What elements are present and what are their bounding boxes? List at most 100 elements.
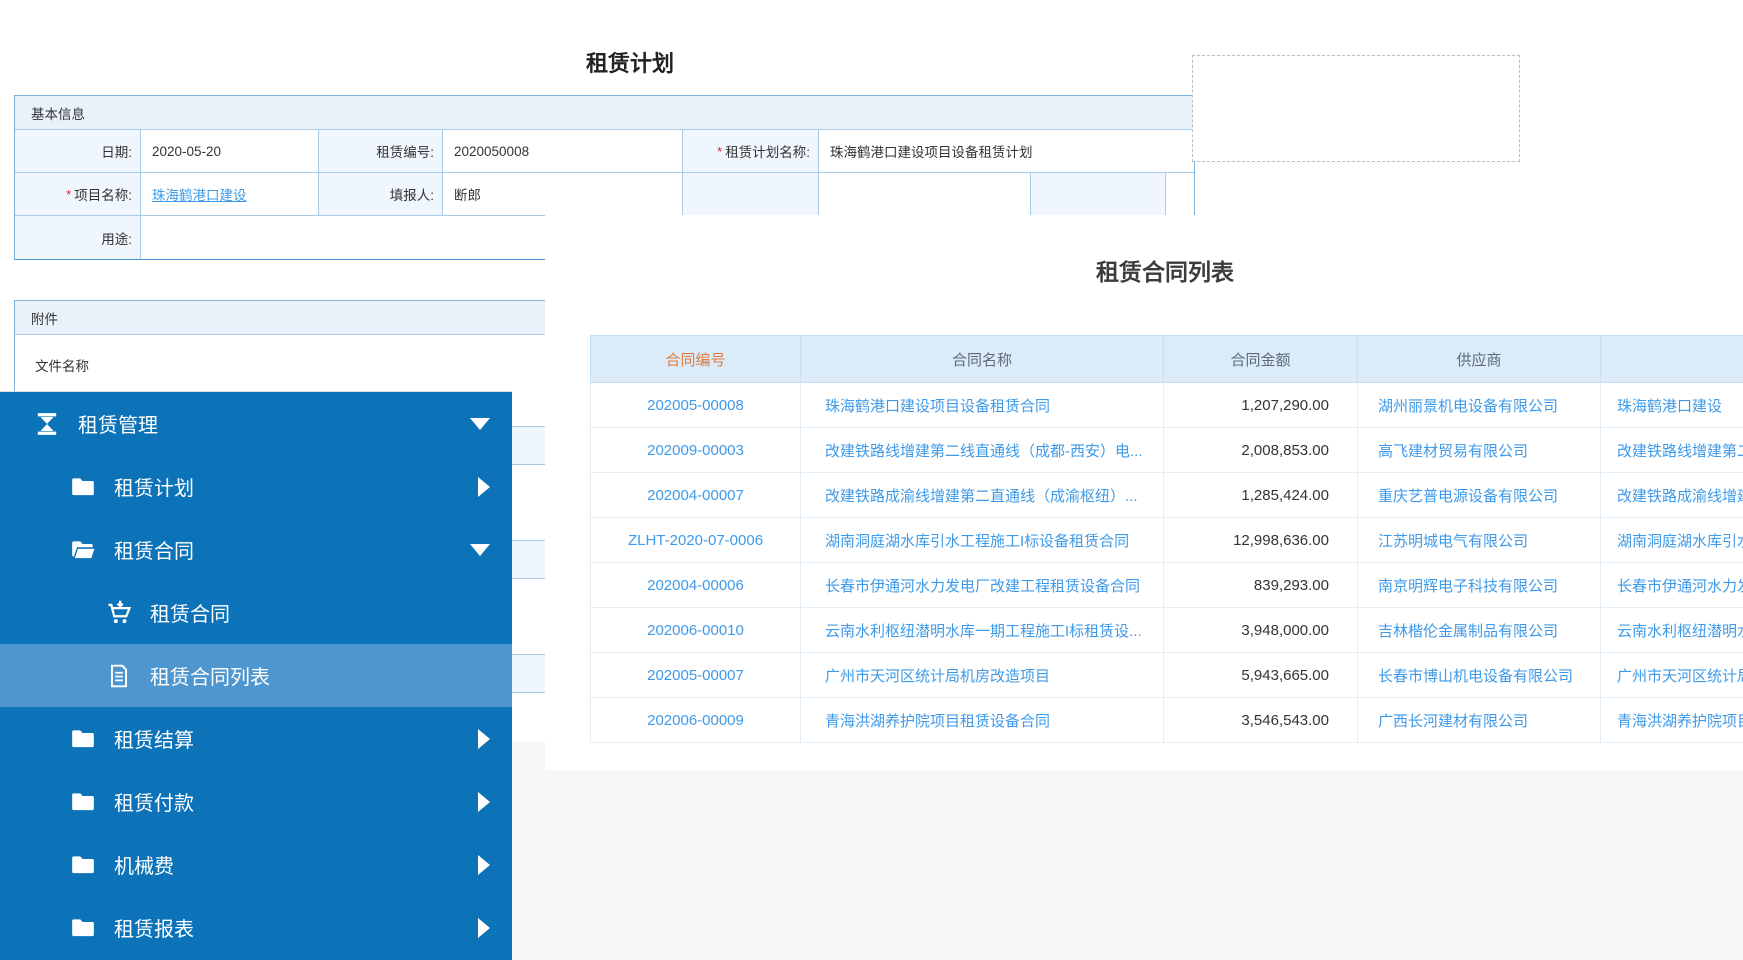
contract-table: 合同编号 合同名称 合同金额 供应商 202005-00008 珠海鹤港口建设项… [590,335,1743,743]
folder-icon [68,914,98,942]
contract-no-link[interactable]: 202005-00007 [647,667,744,684]
page-title: 租赁计划 [40,46,1220,78]
contract-name-link[interactable]: 改建铁路线增建第二线直通线（成都-西安）电... [825,443,1143,460]
column-header-project[interactable] [1601,336,1743,383]
supplier-cell: 高飞建材贸易有限公司 [1358,428,1601,473]
project-cell: 长春市伊通河水力发 [1601,563,1743,608]
sidebar-item[interactable]: 租赁管理 [0,392,512,455]
column-header-supplier[interactable]: 供应商 [1358,336,1601,383]
sidebar-item-label: 租赁合同 [114,535,194,564]
table-row: 202004-00007 改建铁路成渝线增建第二直通线（成渝枢纽）... 1,2… [591,473,1743,518]
content-background [512,742,1743,960]
rental-no-field[interactable]: 2020050008 [443,130,683,172]
sidebar-item-label: 租赁合同 [150,598,230,627]
table-row: 202006-00009 青海洪湖养护院项目租赁设备合同 3,546,543.0… [591,698,1743,743]
contract-name-cell: 青海洪湖养护院项目租赁设备合同 [801,698,1164,743]
chevron-right-icon [478,729,490,749]
sidebar-item[interactable]: 租赁合同 [0,518,512,581]
sidebar-item-label: 租赁付款 [114,787,194,816]
supplier-link[interactable]: 广西长河建材有限公司 [1378,713,1528,730]
sidebar-item-label: 机械费 [114,850,174,879]
project-link[interactable]: 湖南洞庭湖水库引水 [1617,533,1743,550]
chevron-right-icon [478,855,490,875]
sidebar-item-label: 租赁合同列表 [150,661,270,690]
chevron-down-icon [470,418,490,430]
contract-name-link[interactable]: 云南水利枢纽潜明水库一期工程施工I标租赁设... [825,623,1142,640]
supplier-link[interactable]: 长春市博山机电设备有限公司 [1378,668,1573,685]
contract-no-link[interactable]: 202004-00006 [647,577,744,594]
contract-no-link[interactable]: 202006-00009 [647,712,744,729]
table-row: ZLHT-2020-07-0006 湖南洞庭湖水库引水工程施工I标设备租赁合同 … [591,518,1743,563]
contract-amount-cell: 12,998,636.00 [1164,518,1358,563]
contract-name-link[interactable]: 广州市天河区统计局机房改造项目 [825,668,1050,685]
folder-icon [68,851,98,879]
dashed-placeholder-box [1192,55,1520,162]
contract-no-cell: ZLHT-2020-07-0006 [591,518,801,563]
chevron-right-icon [478,918,490,938]
contract-name-cell: 广州市天河区统计局机房改造项目 [801,653,1164,698]
folder-icon [68,725,98,753]
supplier-link[interactable]: 南京明辉电子科技有限公司 [1378,578,1558,595]
supplier-link[interactable]: 湖州丽景机电设备有限公司 [1378,398,1558,415]
sidebar-item[interactable]: 租赁付款 [0,770,512,833]
hourglass-icon [32,410,62,438]
contract-name-link[interactable]: 湖南洞庭湖水库引水工程施工I标设备租赁合同 [825,533,1129,550]
project-link[interactable]: 改建铁路成渝线增建 [1617,488,1743,505]
sidebar-item[interactable]: 租赁报表 [0,896,512,959]
contract-name-link[interactable]: 长春市伊通河水力发电厂改建工程租赁设备合同 [825,578,1140,595]
sidebar-item[interactable]: 机械费 [0,833,512,896]
project-link[interactable]: 改建铁路线增建第二线 [1617,443,1743,460]
sidebar-item[interactable]: 租赁结算 [0,707,512,770]
contract-no-cell: 202006-00009 [591,698,801,743]
folder-icon [68,473,98,501]
column-header-amount[interactable]: 合同金额 [1164,336,1358,383]
column-header-contract-no[interactable]: 合同编号 [591,336,801,383]
table-row: 202005-00007 广州市天河区统计局机房改造项目 5,943,665.0… [591,653,1743,698]
sidebar-item[interactable]: 租赁计划 [0,455,512,518]
supplier-link[interactable]: 吉林楷伦金属制品有限公司 [1378,623,1558,640]
contract-no-link[interactable]: ZLHT-2020-07-0006 [628,532,763,549]
contract-no-cell: 202005-00008 [591,383,801,428]
contract-no-link[interactable]: 202009-00003 [647,442,744,459]
supplier-link[interactable]: 重庆艺普电源设备有限公司 [1378,488,1558,505]
date-field[interactable]: 2020-05-20 [141,130,319,172]
contract-name-link[interactable]: 青海洪湖养护院项目租赁设备合同 [825,713,1050,730]
chevron-down-icon [470,544,490,556]
project-link[interactable]: 珠海鹤港口建设 [1617,398,1722,415]
project-link[interactable]: 青海洪湖养护院项目 [1617,713,1743,730]
contract-table-body: 202005-00008 珠海鹤港口建设项目设备租赁合同 1,207,290.0… [591,383,1743,743]
contract-list-title: 租赁合同列表 [545,253,1743,287]
plan-name-field[interactable]: 珠海鹤港口建设项目设备租赁计划 [819,130,1194,172]
project-cell: 改建铁路线增建第二线 [1601,428,1743,473]
supplier-link[interactable]: 江苏明城电气有限公司 [1378,533,1528,550]
form-row-1: 日期: 2020-05-20 租赁编号: 2020050008 * 租赁计划名称… [15,130,1194,173]
contract-no-cell: 202006-00010 [591,608,801,653]
rental-no-label: 租赁编号: [319,130,443,172]
folder-icon [68,788,98,816]
contract-name-cell: 云南水利枢纽潜明水库一期工程施工I标租赁设... [801,608,1164,653]
required-asterisk: * [66,187,71,202]
project-name-label: * 项目名称: [15,173,141,215]
project-link[interactable]: 云南水利枢纽潜明水 [1617,623,1743,640]
supplier-link[interactable]: 高飞建材贸易有限公司 [1378,443,1528,460]
usage-label: 用途: [15,216,141,259]
empty-value-cell [1166,173,1194,215]
table-row: 202005-00008 珠海鹤港口建设项目设备租赁合同 1,207,290.0… [591,383,1743,428]
project-name-link[interactable]: 珠海鹤港口建设 [152,184,247,204]
sidebar-item-label: 租赁报表 [114,913,194,942]
project-link[interactable]: 长春市伊通河水力发 [1617,578,1743,595]
reporter-field[interactable]: 断郎 [443,173,683,215]
sidebar-item[interactable]: 租赁合同 [0,581,512,644]
contract-no-link[interactable]: 202006-00010 [647,622,744,639]
contract-name-link[interactable]: 改建铁路成渝线增建第二直通线（成渝枢纽）... [825,488,1138,505]
project-cell: 云南水利枢纽潜明水 [1601,608,1743,653]
contract-amount-cell: 5,943,665.00 [1164,653,1358,698]
contract-amount-cell: 1,285,424.00 [1164,473,1358,518]
contract-no-link[interactable]: 202005-00008 [647,397,744,414]
contract-name-link[interactable]: 珠海鹤港口建设项目设备租赁合同 [825,398,1050,415]
project-link[interactable]: 广州市天河区统计局 [1617,668,1743,685]
column-header-contract-name[interactable]: 合同名称 [801,336,1164,383]
sidebar-item[interactable]: 租赁合同列表 [0,644,512,707]
contract-no-link[interactable]: 202004-00007 [647,487,744,504]
sidebar-menu: 租赁管理 [0,391,512,960]
